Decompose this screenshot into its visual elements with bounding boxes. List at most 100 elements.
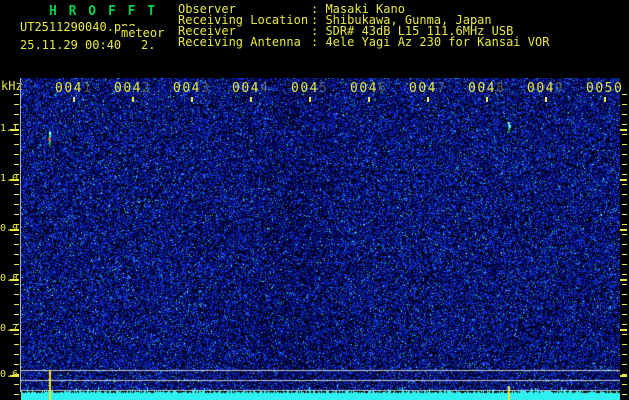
freq-minor-tick — [14, 234, 19, 235]
freq-minor-tick — [14, 204, 19, 205]
freq-minor-tick — [14, 374, 19, 375]
right-major-tick — [620, 279, 627, 281]
station-info-row: Receiving Antenna : 4ele Yagi Az 230 for … — [178, 35, 550, 49]
time-label-head: 004 — [527, 81, 555, 96]
time-label-head: 004 — [114, 81, 142, 96]
freq-minor-tick — [14, 94, 19, 95]
time-label-head: 004 — [232, 81, 260, 96]
freq-minor-tick — [14, 384, 19, 385]
freq-axis-line — [20, 78, 21, 392]
right-minor-tick — [622, 394, 627, 395]
time-label-last-digit: 4 — [259, 81, 270, 96]
right-minor-tick — [622, 274, 627, 275]
echo-count: 2. — [141, 38, 156, 52]
time-tick-label: 0042 — [114, 82, 151, 96]
freq-minor-tick — [14, 174, 19, 175]
right-minor-tick — [622, 344, 627, 345]
freq-minor-tick — [14, 324, 19, 325]
time-label-last-digit: 1 — [82, 81, 93, 96]
freq-minor-tick — [14, 344, 19, 345]
right-minor-tick — [622, 204, 627, 205]
time-tick-label: 0044 — [232, 82, 269, 96]
mode-label: meteor — [121, 26, 165, 40]
time-tick-label: 0050 — [586, 82, 623, 96]
freq-minor-tick — [14, 364, 19, 365]
time-label-last-digit: 8 — [495, 81, 506, 96]
freq-minor-tick — [14, 184, 19, 185]
right-minor-tick — [622, 214, 627, 215]
freq-minor-tick — [14, 334, 19, 335]
time-label-last-digit: 7 — [436, 81, 447, 96]
time-label-last-digit: 9 — [554, 81, 565, 96]
time-minute-tick — [427, 97, 429, 102]
time-label-last-digit: 5 — [318, 81, 329, 96]
time-minute-tick — [545, 97, 547, 102]
right-minor-tick — [622, 364, 627, 365]
freq-minor-tick — [14, 134, 19, 135]
freq-minor-tick — [14, 294, 19, 295]
filename-label: UT2511290040.png — [20, 20, 136, 34]
freq-minor-tick — [14, 114, 19, 115]
freq-minor-tick — [14, 314, 19, 315]
time-minute-tick — [368, 97, 370, 102]
right-minor-tick — [622, 234, 627, 235]
time-label-last-digit: 3 — [200, 81, 211, 96]
time-label-head: 005 — [586, 81, 614, 96]
time-tick-label: 0046 — [350, 82, 387, 96]
freq-minor-tick — [14, 274, 19, 275]
right-minor-tick — [622, 304, 627, 305]
info-value: : 4ele Yagi Az 230 for Kansai VOR — [311, 35, 550, 49]
time-label-head: 004 — [55, 81, 83, 96]
right-minor-tick — [622, 174, 627, 175]
freq-minor-tick — [14, 124, 19, 125]
spectrogram-canvas — [21, 78, 620, 400]
datetime-label: 25.11.29 00:40 — [20, 38, 122, 52]
freq-minor-tick — [14, 304, 19, 305]
right-minor-tick — [622, 134, 627, 135]
freq-major-tick — [10, 179, 19, 181]
time-minute-tick — [250, 97, 252, 102]
time-label-head: 004 — [173, 81, 201, 96]
freq-major-tick — [10, 279, 19, 281]
right-major-tick — [620, 129, 627, 131]
right-minor-tick — [622, 254, 627, 255]
time-tick-label: 0049 — [527, 82, 564, 96]
time-label-head: 004 — [291, 81, 319, 96]
freq-minor-tick — [14, 214, 19, 215]
freq-minor-tick — [14, 144, 19, 145]
time-label-head: 004 — [409, 81, 437, 96]
right-minor-tick — [622, 194, 627, 195]
freq-minor-tick — [14, 354, 19, 355]
right-minor-tick — [622, 294, 627, 295]
right-major-tick — [620, 229, 627, 231]
time-label-last-digit: 2 — [141, 81, 152, 96]
time-label-head: 004 — [468, 81, 496, 96]
time-minute-tick — [486, 97, 488, 102]
right-minor-tick — [622, 144, 627, 145]
freq-minor-tick — [14, 194, 19, 195]
freq-minor-tick — [14, 284, 19, 285]
right-minor-tick — [622, 224, 627, 225]
right-minor-tick — [622, 124, 627, 125]
right-minor-tick — [622, 324, 627, 325]
right-minor-tick — [622, 334, 627, 335]
time-minute-tick — [132, 97, 134, 102]
right-minor-tick — [622, 104, 627, 105]
time-minute-tick — [309, 97, 311, 102]
freq-minor-tick — [14, 244, 19, 245]
right-minor-tick — [622, 384, 627, 385]
time-tick-label: 0048 — [468, 82, 505, 96]
time-tick-label: 0045 — [291, 82, 328, 96]
freq-minor-tick — [14, 264, 19, 265]
freq-major-tick — [10, 129, 19, 131]
right-major-tick — [620, 329, 627, 331]
freq-minor-tick — [14, 104, 19, 105]
right-minor-tick — [622, 164, 627, 165]
freq-minor-tick — [14, 154, 19, 155]
app-title: H R O F F T — [49, 4, 158, 19]
right-minor-tick — [622, 184, 627, 185]
freq-minor-tick — [14, 224, 19, 225]
freq-minor-tick — [14, 394, 19, 395]
info-label: Receiving Antenna — [178, 35, 301, 49]
right-minor-tick — [622, 284, 627, 285]
